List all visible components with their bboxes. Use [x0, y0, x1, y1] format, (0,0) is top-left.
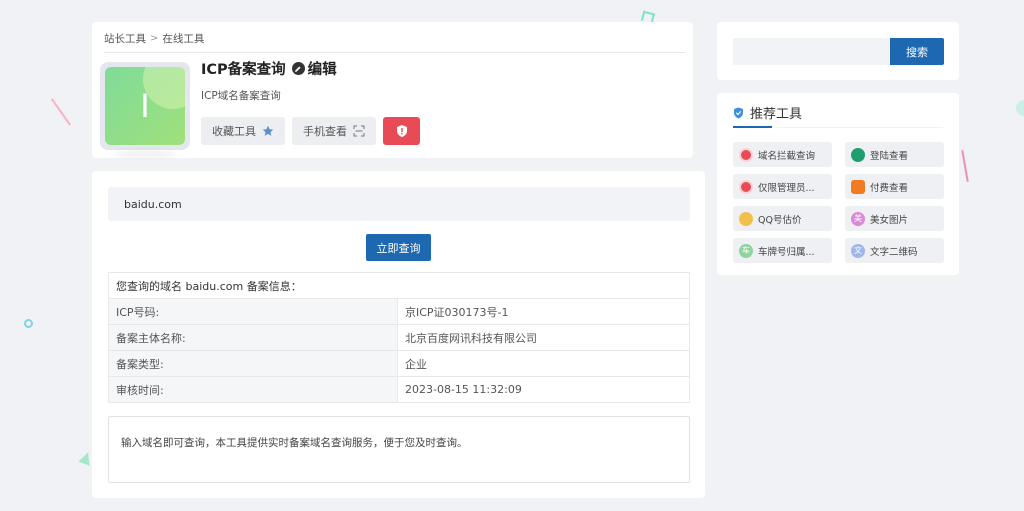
shield-icon [739, 179, 753, 194]
shield-alert-icon [396, 125, 407, 137]
divider [104, 52, 685, 53]
report-button[interactable] [383, 117, 420, 145]
recommend-item[interactable]: 美 美女图片 [845, 206, 944, 231]
query-button[interactable]: 立即查询 [366, 234, 431, 261]
recommend-item-label: 仅限管理员... [758, 182, 815, 194]
breadcrumb-root[interactable]: 站长工具 [104, 31, 146, 46]
lock-icon [851, 179, 865, 194]
recommend-item-label: 域名拦截查询 [758, 150, 816, 162]
table-row: 审核时间: 2023-08-15 11:32:09 [108, 376, 690, 403]
recommend-item-label: 文字二维码 [870, 246, 918, 258]
result-label: ICP号码: [108, 298, 398, 325]
query-card: 立即查询 您查询的域名 baidu.com 备案信息： ICP号码: 京ICP证… [92, 171, 705, 498]
result-heading: 您查询的域名 baidu.com 备案信息： [108, 272, 690, 299]
tool-note: 输入域名即可查询，本工具提供实时备案域名查询服务，便于您及时查询。 [108, 416, 690, 483]
recommend-item-label: 美女图片 [870, 214, 909, 226]
favorite-label: 收藏工具 [212, 125, 256, 138]
star-icon [262, 125, 274, 136]
tool-description: ICP域名备案查询 [201, 90, 281, 102]
result-value: 京ICP证030173号-1 [397, 298, 690, 325]
table-row: 您查询的域名 baidu.com 备案信息： [108, 272, 690, 299]
recommend-item-label: QQ号估价 [758, 214, 802, 226]
tool-title-text: ICP备案查询 [201, 62, 286, 78]
decor-circle [1016, 100, 1024, 116]
recommend-card: 推荐工具 域名拦截查询 登陆查看 仅限管理员... 付费查看 QQ号估价 美 美… [717, 93, 959, 275]
tool-actions: 收藏工具 手机查看 [201, 117, 420, 145]
recommend-item[interactable]: 域名拦截查询 [733, 142, 832, 167]
shield-icon [739, 147, 753, 162]
breadcrumb-current[interactable]: 在线工具 [162, 31, 204, 46]
recommend-item[interactable]: 文 文字二维码 [845, 238, 944, 263]
recommend-item-label: 付费查看 [870, 182, 909, 194]
recommend-header: 推荐工具 [733, 103, 802, 122]
result-value: 企业 [397, 350, 690, 377]
mobile-view-label: 手机查看 [303, 125, 347, 138]
recommend-underline [733, 126, 772, 128]
tool-logo-letter: I [140, 86, 150, 125]
table-row: 备案类型: 企业 [108, 350, 690, 377]
text-icon: 文 [851, 243, 865, 258]
shield-check-icon [734, 107, 743, 118]
recommend-item[interactable]: QQ号估价 [733, 206, 832, 231]
girl-icon: 美 [851, 211, 865, 226]
tool-header-card: 站长工具 > 在线工具 I ICP备案查询 编辑 ICP域名备案查询 收藏工具 … [92, 22, 693, 158]
recommend-list: 域名拦截查询 登陆查看 仅限管理员... 付费查看 QQ号估价 美 美女图片 车… [733, 142, 944, 263]
tool-logo-tile: I [105, 67, 185, 145]
recommend-item-label: 车牌号归属... [758, 246, 815, 258]
recommend-item[interactable]: 登陆查看 [845, 142, 944, 167]
penguin-icon [739, 211, 753, 226]
edit-label: 编辑 [307, 62, 337, 78]
tool-logo-shadow [114, 150, 176, 158]
favorite-button[interactable]: 收藏工具 [201, 117, 285, 145]
breadcrumb: 站长工具 > 在线工具 [104, 31, 204, 46]
decor-ring [24, 319, 33, 328]
result-table: 您查询的域名 baidu.com 备案信息： ICP号码: 京ICP证03017… [108, 272, 690, 403]
result-label: 审核时间: [108, 376, 398, 403]
recommend-item-label: 登陆查看 [870, 150, 909, 162]
breadcrumb-separator: > [150, 33, 159, 44]
search-input[interactable] [733, 38, 890, 65]
recommend-item[interactable]: 付费查看 [845, 174, 944, 199]
decor-line [51, 98, 71, 126]
decor-line [961, 150, 969, 182]
recommend-title: 推荐工具 [750, 107, 803, 122]
search-button[interactable]: 搜索 [890, 38, 944, 65]
result-label: 备案主体名称: [108, 324, 398, 351]
result-label: 备案类型: [108, 350, 398, 377]
divider [777, 127, 943, 128]
recommend-item[interactable]: 仅限管理员... [733, 174, 832, 199]
pencil-icon [291, 62, 305, 75]
table-row: ICP号码: 京ICP证030173号-1 [108, 298, 690, 325]
car-icon: 车 [739, 243, 753, 258]
result-value: 北京百度网讯科技有限公司 [397, 324, 690, 351]
result-value: 2023-08-15 11:32:09 [397, 376, 690, 403]
scan-icon [353, 125, 365, 137]
table-row: 备案主体名称: 北京百度网讯科技有限公司 [108, 324, 690, 351]
mobile-view-button[interactable]: 手机查看 [292, 117, 376, 145]
search-card: 搜索 [717, 22, 959, 80]
tool-logo: I [100, 62, 190, 150]
page-title: ICP备案查询 编辑 [201, 58, 337, 79]
edit-link[interactable]: 编辑 [291, 58, 337, 79]
leaf-icon [851, 147, 865, 162]
recommend-item[interactable]: 车 车牌号归属... [733, 238, 832, 263]
domain-input[interactable] [108, 187, 690, 221]
